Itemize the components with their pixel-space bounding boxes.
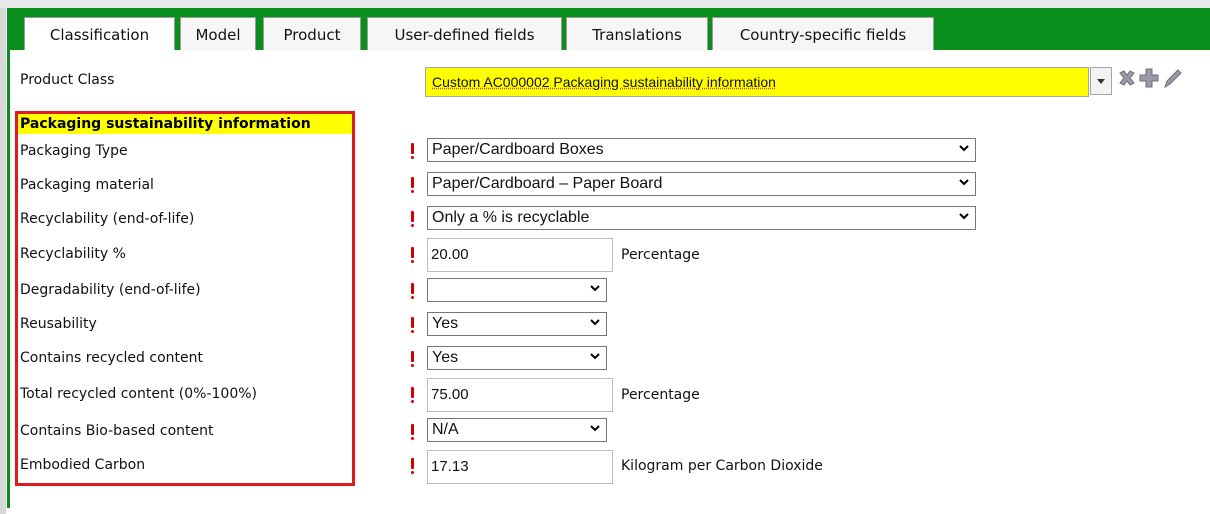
product-class-field[interactable]: Custom AC000002 Packaging sustainability… [425,67,1089,97]
tab-user-defined-fields[interactable]: User-defined fields [367,17,562,51]
select-value: Paper/Cardboard Boxes [432,141,604,158]
required-icon [410,177,414,193]
tab-label: Product [283,25,341,44]
embodied-carbon-input[interactable]: 17.13 [427,450,613,484]
field-label-contains-recycled: Contains recycled content [20,350,203,366]
bio-based-select[interactable]: N/A [427,418,607,442]
caret-down-icon [1097,79,1105,84]
select-value: Only a % is recyclable [432,209,590,226]
product-class-dropdown-button[interactable] [1090,67,1112,95]
chevron-down-icon [590,425,600,432]
edit-icon[interactable] [1162,66,1184,94]
chevron-down-icon [959,213,969,220]
required-icon [410,424,414,440]
left-border [0,8,6,514]
contains-recycled-select[interactable]: Yes [427,346,607,370]
product-class-value: Custom AC000002 Packaging sustainability… [432,74,776,90]
recyclability-select[interactable]: Only a % is recyclable [427,206,976,230]
section-title: Packaging sustainability information [18,114,352,134]
tab-label: Classification [49,26,150,44]
chevron-down-icon [959,179,969,186]
required-icon [410,458,414,474]
required-icon [410,247,414,263]
reusability-select[interactable]: Yes [427,312,607,336]
required-icon [410,283,414,299]
required-icon [410,211,414,227]
required-icon [410,317,414,333]
field-label-bio-based: Contains Bio-based content [20,423,214,439]
select-value: N/A [432,421,459,438]
total-recycled-input[interactable]: 75.00 [427,378,613,412]
chevron-down-icon [590,285,600,292]
field-label-recyclability: Recyclability (end-of-life) [20,211,195,227]
chevron-down-icon [590,319,600,326]
add-icon[interactable] [1137,66,1161,94]
tab-country-specific-fields[interactable]: Country-specific fields [712,17,934,51]
field-label-packaging-type: Packaging Type [20,143,128,159]
field-label-embodied-carbon: Embodied Carbon [20,457,146,473]
recyclability-percent-input[interactable]: 20.00 [427,238,613,272]
tab-label: Translations [592,25,682,44]
degradability-select[interactable] [427,278,607,302]
required-icon [410,351,414,367]
field-label-recyclability-percent: Recyclability % [20,246,126,262]
tab-label: User-defined fields [394,25,535,44]
select-value: Yes [432,315,459,332]
tab-product[interactable]: Product [263,17,361,51]
unit-label: Percentage [621,247,700,263]
product-class-label: Product Class [20,72,115,88]
tab-translations[interactable]: Translations [566,17,708,51]
tab-label: Model [195,25,241,44]
clear-icon[interactable] [1116,67,1138,93]
packaging-material-select[interactable]: Paper/Cardboard – Paper Board [427,172,976,196]
tab-model[interactable]: Model [180,17,256,51]
required-icon [410,387,414,403]
unit-label: Kilogram per Carbon Dioxide [621,458,823,474]
unit-label: Percentage [621,387,700,403]
field-label-degradability: Degradability (end-of-life) [20,282,201,298]
select-value: Paper/Cardboard – Paper Board [432,175,663,192]
packaging-type-select[interactable]: Paper/Cardboard Boxes [427,138,976,162]
field-label-packaging-material: Packaging material [20,177,154,193]
chevron-down-icon [590,353,600,360]
field-label-total-recycled: Total recycled content (0%-100%) [20,386,257,402]
window-top-border [0,0,1210,8]
tab-label: Country-specific fields [739,25,907,44]
required-icon [410,143,414,159]
select-value: Yes [432,349,459,366]
field-label-reusability: Reusability [20,316,97,332]
chevron-down-icon [959,145,969,152]
tab-classification[interactable]: Classification [24,17,175,52]
